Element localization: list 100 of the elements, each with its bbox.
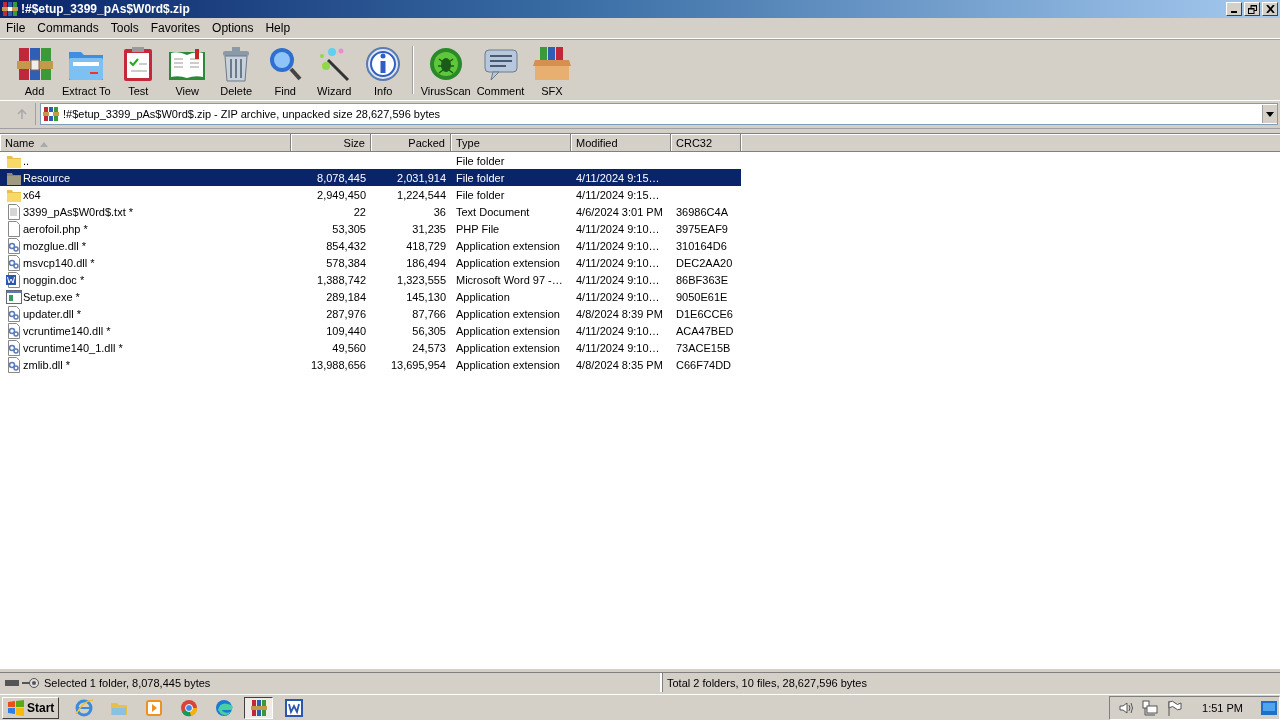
table-cell: 289,184 xyxy=(326,290,366,303)
menu-item[interactable]: Tools xyxy=(104,21,145,35)
table-cell: 1,224,544 xyxy=(397,188,446,201)
file-row[interactable]: zmlib.dll * 13,988,656 13,695,954 Application extension 4/8/2024 8:35 PM C66F74DD xyxy=(0,356,741,373)
file-name: Resource xyxy=(23,171,71,184)
file-row[interactable]: 3399_pAs$W0rd$.txt * 22 36 Text Document 4/6/2024 3:01 PM 36986C4A xyxy=(0,203,741,220)
table-cell: 4/11/2024 9:15… xyxy=(576,188,660,201)
gear-file-icon xyxy=(6,237,22,254)
gear-file-icon xyxy=(6,356,22,373)
table-cell: Application extension xyxy=(456,358,560,371)
table-cell: 4/11/2024 9:10… xyxy=(576,273,660,286)
toolbar-button[interactable]: Comment xyxy=(473,41,528,99)
toolbar-button[interactable]: Find xyxy=(260,41,310,99)
menu-item[interactable]: Options xyxy=(206,21,260,35)
word-document-icon xyxy=(6,271,22,288)
file-row[interactable]: .. File folder xyxy=(0,152,741,169)
file-name: updater.dll * xyxy=(23,307,82,320)
application-icon xyxy=(6,288,22,305)
clock: 1:51 PM xyxy=(1202,701,1243,714)
table-cell: File folder xyxy=(456,154,505,167)
up-arrow-icon xyxy=(15,108,28,120)
start-button[interactable]: Start xyxy=(2,696,60,719)
file-name: noggin.doc * xyxy=(23,273,85,286)
file-row[interactable]: mozglue.dll * 854,432 418,729 Application extension 4/11/2024 9:10… 310164D6 xyxy=(0,237,741,254)
gear-file-icon xyxy=(6,339,22,356)
table-cell: 4/11/2024 9:10… xyxy=(576,239,660,252)
toolbar-button[interactable]: Wizard xyxy=(309,41,359,99)
table-cell: 73ACE15B xyxy=(676,341,731,354)
menu-item[interactable]: File xyxy=(0,21,32,35)
table-cell: 31,235 xyxy=(412,222,446,235)
network-icon[interactable] xyxy=(1142,699,1159,716)
toolbar-button[interactable]: Extract To xyxy=(59,41,114,99)
toolbar-button[interactable]: Add xyxy=(10,41,59,99)
table-cell: Application extension xyxy=(456,341,560,354)
menu-item[interactable]: Commands xyxy=(31,21,105,35)
status-text: Selected 1 folder, 8,078,445 bytes xyxy=(44,676,211,689)
column-header[interactable]: CRC32 xyxy=(671,134,741,151)
table-cell: Application xyxy=(456,290,510,303)
table-cell: 1,388,742 xyxy=(317,273,366,286)
column-header[interactable]: Name xyxy=(0,134,291,151)
dropdown-button[interactable] xyxy=(1262,105,1277,123)
minimize-button[interactable] xyxy=(1226,2,1242,16)
file-name: aerofoil.php * xyxy=(23,222,88,235)
column-header[interactable]: Modified xyxy=(571,134,671,151)
table-cell: 24,573 xyxy=(412,341,446,354)
table-cell: Text Document xyxy=(456,205,530,218)
table-cell: File folder xyxy=(456,171,505,184)
table-cell: ACA47BED xyxy=(676,324,734,337)
table-cell: 4/11/2024 9:15… xyxy=(576,171,660,184)
archive-icon[interactable] xyxy=(244,696,274,719)
table-cell: 3975EAF9 xyxy=(676,222,728,235)
gear-file-icon xyxy=(6,322,22,339)
table-cell: 56,305 xyxy=(412,324,446,337)
file-row[interactable]: x64 2,949,450 1,224,544 File folder 4/11/2024 9:15… xyxy=(0,186,741,203)
table-cell: 4/6/2024 3:01 PM xyxy=(576,205,663,218)
address-field[interactable]: !#$etup_3399_pAs$W0rd$.zip - ZIP archive, unpacked size 28,627,596 bytes xyxy=(40,103,1278,125)
file-row[interactable]: vcruntime140.dll * 109,440 56,305 Application extension 4/11/2024 9:10… ACA47BED xyxy=(0,322,741,339)
desktop-icon[interactable] xyxy=(1261,700,1277,715)
table-cell: Microsoft Word 97 -… xyxy=(456,273,563,286)
table-cell: 13,695,954 xyxy=(390,358,446,371)
menu-item[interactable]: Favorites xyxy=(144,21,207,35)
table-cell: 4/11/2024 9:10… xyxy=(576,256,660,269)
table-cell: 145,130 xyxy=(406,290,446,303)
close-button[interactable] xyxy=(1262,2,1278,16)
file-row[interactable]: Setup.exe * 289,184 145,130 Application 4/11/2024 9:10… 9050E61E xyxy=(0,288,741,305)
table-cell: 8,078,445 xyxy=(317,171,366,184)
table-cell: 36 xyxy=(433,205,446,218)
file-row[interactable]: Resource 8,078,445 2,031,914 File folder 4/11/2024 9:15… xyxy=(0,169,741,186)
status-text: Total 2 folders, 10 files, 28,627,596 bytes xyxy=(667,676,867,689)
table-cell: 13,988,656 xyxy=(310,358,366,371)
table-cell: 87,766 xyxy=(412,307,446,320)
file-name: vcruntime140_1.dll * xyxy=(23,341,123,354)
column-header[interactable]: Type xyxy=(451,134,571,151)
flag-icon[interactable] xyxy=(1166,699,1183,716)
toolbar-button[interactable]: View xyxy=(162,41,212,99)
speaker-icon[interactable] xyxy=(1118,699,1135,716)
file-row[interactable]: msvcp140.dll * 578,384 186,494 Application extension 4/11/2024 9:10… DEC2AA20 xyxy=(0,254,741,271)
file-row[interactable]: aerofoil.php * 53,305 31,235 PHP File 4/11/2024 9:10… 3975EAF9 xyxy=(0,220,741,237)
toolbar-button[interactable]: Delete xyxy=(211,41,261,99)
table-cell: 186,494 xyxy=(406,256,446,269)
file-row[interactable]: noggin.doc * 1,388,742 1,323,555 Microsoft Word 97 -… 4/11/2024 9:10… 86BF363E xyxy=(0,271,741,288)
file-name: zmlib.dll * xyxy=(23,358,71,371)
document-icon xyxy=(6,203,22,220)
table-cell: 4/8/2024 8:39 PM xyxy=(576,307,663,320)
toolbar-button[interactable]: Info xyxy=(358,41,408,99)
column-header[interactable]: Packed xyxy=(371,134,451,151)
toolbar-button[interactable]: Test xyxy=(113,41,163,99)
menu-item[interactable]: Help xyxy=(259,21,297,35)
gear-file-icon xyxy=(6,254,22,271)
file-row[interactable]: updater.dll * 287,976 87,766 Application extension 4/8/2024 8:39 PM D1E6CCE6 xyxy=(0,305,741,322)
file-row[interactable]: vcruntime140_1.dll * 49,560 24,573 Application extension 4/11/2024 9:10… 73ACE15B xyxy=(0,339,741,356)
archive-icon xyxy=(2,1,18,17)
restore-button[interactable] xyxy=(1244,2,1260,16)
file-icon xyxy=(6,220,22,237)
table-cell: 4/11/2024 9:10… xyxy=(576,324,660,337)
table-cell: File folder xyxy=(456,188,505,201)
column-header[interactable]: Size xyxy=(291,134,371,151)
toolbar-button[interactable]: VirusScan xyxy=(417,41,474,99)
toolbar-button[interactable]: SFX xyxy=(527,41,577,99)
file-name: .. xyxy=(23,154,30,167)
